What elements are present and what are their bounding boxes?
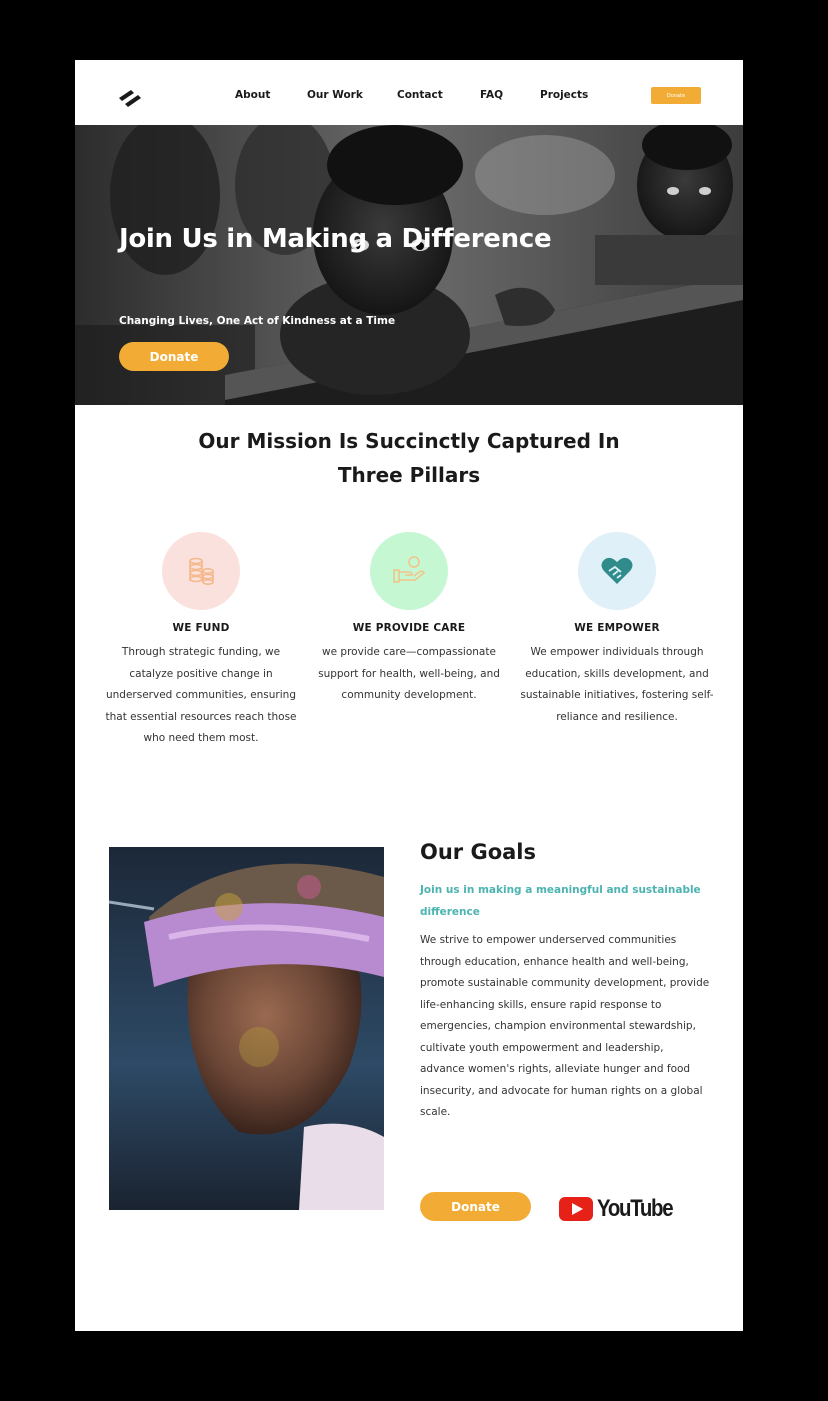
nav-projects[interactable]: Projects [540,89,588,101]
pillar-care-text: we provide care—compassionate support fo… [318,646,500,701]
youtube-label: YouTube [597,1195,674,1222]
hero-subtitle: Changing Lives, One Act of Kindness at a… [119,315,396,327]
pillar-fund-text: Through strategic funding, we catalyze p… [105,646,297,744]
youtube-play-icon [559,1197,593,1221]
hero-donate-button[interactable]: Donate [119,342,229,371]
nav-about[interactable]: About [235,89,270,101]
pillar-fund-title: WE FUND [172,622,230,634]
pillar-care: WE PROVIDE CARE we provide care—compassi… [309,532,509,707]
coins-icon [162,532,240,610]
goals-tagline: Join us in making a meaningful and susta… [420,884,701,918]
pillar-empower-title: WE EMPOWER [574,622,660,634]
goals-donate-button[interactable]: Donate [420,1192,531,1221]
nav-faq[interactable]: FAQ [480,89,503,101]
landing-page: About Our Work Contact FAQ Projects Dona… [75,60,743,1331]
nav-contact[interactable]: Contact [397,89,443,101]
hand-giving-icon [370,532,448,610]
goals-photo [109,847,384,1210]
double-slash-logo-icon[interactable] [117,86,143,108]
pillar-empower-text: We empower individuals through education… [520,646,714,723]
goals-body: We strive to empower underserved communi… [420,934,710,1118]
hero-title: Join Us in Making a Difference [119,224,552,254]
pillar-fund: WE FUND Through strategic funding, we ca… [101,532,301,750]
goals-title: Our Goals [420,840,537,864]
nav-our-work[interactable]: Our Work [307,89,363,101]
mission-title: Our Mission Is Succinctly Captured In Th… [198,429,620,487]
header-donate-button[interactable]: Donate [651,87,701,104]
hero-banner: Join Us in Making a Difference Changing … [75,125,743,405]
pillar-empower: WE EMPOWER We empower individuals throug… [517,532,717,728]
pillar-care-title: WE PROVIDE CARE [352,622,466,634]
site-header: About Our Work Contact FAQ Projects Dona… [75,60,743,125]
heart-handshake-icon [578,532,656,610]
youtube-link[interactable]: YouTube [559,1195,686,1223]
